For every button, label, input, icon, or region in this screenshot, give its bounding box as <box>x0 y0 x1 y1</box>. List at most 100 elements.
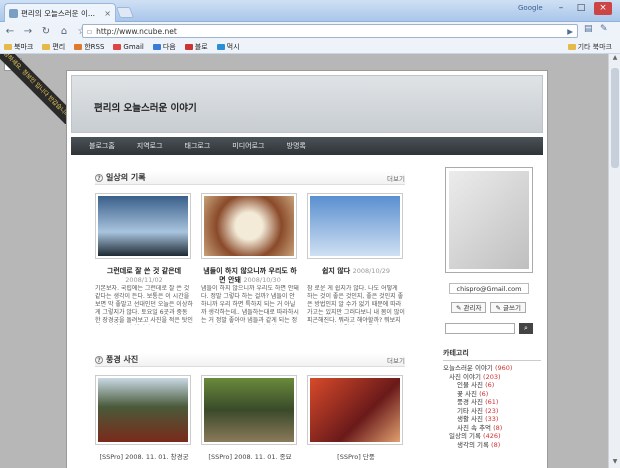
address-bar[interactable]: ▫ http://www.ncube.net ▶ <box>82 24 578 38</box>
post-thumbnail[interactable] <box>95 193 191 259</box>
category-item[interactable]: 꽃 사진 (6) <box>443 390 541 399</box>
post-thumbnail[interactable] <box>201 193 297 259</box>
wrench-icon[interactable]: ✎ <box>600 24 608 34</box>
photo-card[interactable]: [SSPro] 2008. 11. 01. 창경궁 <box>95 375 193 461</box>
bookmark-item[interactable]: 한RSS <box>74 42 104 52</box>
blog-title[interactable]: 편리의 오늘스러운 이야기 <box>94 100 197 114</box>
home-icon[interactable]: ⌂ <box>58 26 70 37</box>
post-card[interactable]: 쉽지 않다 2008/10/29 참 로운 게 쉽지가 않다. 나도 어떻게 하… <box>307 193 405 325</box>
category-item[interactable]: 생각의 기록 (8) <box>443 441 541 450</box>
sidebar: chispro@Gmail.com ✎ 관리자 ✎ 글쓰기 ⌕ 카테고리 오늘스… <box>443 167 541 449</box>
category-label: 기타 사진 <box>457 406 483 415</box>
scroll-down-icon[interactable]: ▼ <box>609 458 620 468</box>
rss-icon <box>74 43 83 50</box>
blog-container: 편리의 오늘스러운 이야기 블로그홈 지역로그 태그로그 미디어로그 방명록 ?… <box>66 70 548 468</box>
post-title[interactable]: 그런데로 잘 쓴 것 같은데 2008/11/02 <box>95 267 193 285</box>
post-date: 2008/10/29 <box>352 267 391 275</box>
category-count: (8) <box>491 440 501 449</box>
post-title[interactable]: 냄들이 하지 않으니까 우리도 하면 안돼 2008/10/30 <box>201 267 299 285</box>
other-bookmarks[interactable]: 기타 북마크 <box>567 40 612 54</box>
bookmark-label: 블로 <box>194 42 208 51</box>
go-icon[interactable]: ▶ <box>567 27 573 36</box>
bookmark-item[interactable]: 블로 <box>184 42 208 52</box>
ribbon-text: 안녕하세요. 정보인 입니다 반갑습니다 <box>0 54 70 124</box>
category-item[interactable]: 사진 속 추억 (8) <box>443 424 541 433</box>
category-item[interactable]: 오늘스러운 이야기 (960) <box>443 364 541 373</box>
scroll-up-icon[interactable]: ▲ <box>609 54 620 64</box>
bookmark-item[interactable]: 다음 <box>152 42 176 52</box>
profile-image <box>449 171 529 269</box>
category-label: 생활 사진 <box>457 415 483 423</box>
photo-caption[interactable]: [SSPro] 2008. 11. 01. 종묘 <box>201 451 299 461</box>
close-tab-icon[interactable]: × <box>104 9 111 18</box>
category-item[interactable]: 인물 사진 (6) <box>443 381 541 390</box>
nav-item[interactable]: 방명록 <box>287 141 306 151</box>
post-card[interactable]: 그런데로 잘 쓴 것 같은데 2008/11/02 기본보자. 국립에는 그런데… <box>95 193 193 325</box>
thumbnail-image <box>310 378 400 442</box>
search-icon[interactable]: ⌕ <box>519 323 533 334</box>
nav-item[interactable]: 지역로그 <box>137 141 163 151</box>
search-input[interactable] <box>445 323 515 334</box>
category-count: (61) <box>485 398 499 406</box>
nav-item[interactable]: 미디어로그 <box>232 141 264 151</box>
photo-thumbnail[interactable] <box>307 375 403 445</box>
bookmark-item[interactable]: 먹시 <box>216 42 240 52</box>
photo-card[interactable]: [SSPro] 단풍 <box>307 375 405 461</box>
folder-icon <box>567 44 576 50</box>
new-tab-button[interactable] <box>115 7 135 18</box>
bookmark-label: 한RSS <box>84 42 105 51</box>
photo-thumbnail[interactable] <box>201 375 297 445</box>
category-item[interactable]: 일상의 기록 (426) <box>443 432 541 441</box>
blog-nav: 블로그홈 지역로그 태그로그 미디어로그 방명록 <box>71 137 543 155</box>
maximize-icon[interactable]: □ <box>572 2 590 15</box>
minimize-icon[interactable]: – <box>552 2 570 15</box>
bookmark-item[interactable]: 편리 <box>42 42 65 52</box>
category-label: 꽃 사진 <box>457 389 478 398</box>
more-link[interactable]: 더보기 <box>387 173 405 183</box>
category-item[interactable]: 풍경 사진 (61) <box>443 398 541 407</box>
vertical-scrollbar[interactable]: ▲ ▼ <box>608 54 620 468</box>
scroll-thumb[interactable] <box>611 68 619 168</box>
corner-ribbon[interactable]: 안녕하세요. 정보인 입니다 반갑습니다 <box>0 54 70 124</box>
category-item[interactable]: 기타 사진 (23) <box>443 407 541 416</box>
category-label: 인물 사진 <box>457 381 483 389</box>
forward-icon[interactable]: → <box>22 26 34 37</box>
photo-thumbnail[interactable] <box>95 375 191 445</box>
post-cards: 그런데로 잘 쓴 것 같은데 2008/11/02 기본보자. 국립에는 그런데… <box>95 193 405 325</box>
post-title[interactable]: 쉽지 않다 2008/10/29 <box>307 267 405 285</box>
page-viewport: 안녕하세요. 정보인 입니다 반갑습니다 편리의 오늘스러운 이야기 블로그홈 … <box>0 54 608 468</box>
photo-caption[interactable]: [SSPro] 단풍 <box>307 451 405 461</box>
section-title: 풍경 사진 <box>106 355 139 364</box>
page-menu-icon[interactable]: ▤ <box>584 24 593 34</box>
photo-caption[interactable]: [SSPro] 2008. 11. 01. 창경궁 <box>95 451 193 461</box>
admin-button-label: 관리자 <box>463 304 482 312</box>
post-date: 2008/11/02 <box>125 276 163 284</box>
post-thumbnail[interactable] <box>307 193 403 259</box>
bookmark-item[interactable]: Gmail <box>113 43 144 51</box>
reload-icon[interactable]: ↻ <box>40 26 52 37</box>
bookmark-label: 다음 <box>162 42 176 51</box>
close-window-icon[interactable]: × <box>594 2 612 15</box>
post-excerpt: 참 로운 게 쉽지가 않다. 나도 어떻게 하는 것이 좋은 것인지, 좋은 것… <box>307 285 405 324</box>
write-button[interactable]: ✎ 글쓰기 <box>490 302 526 313</box>
nav-item[interactable]: 블로그홈 <box>89 141 115 151</box>
bookmark-label: 편리 <box>52 42 66 51</box>
bookmark-item[interactable]: 북마크 <box>4 42 33 52</box>
post-card[interactable]: 냄들이 하지 않으니까 우리도 하면 안돼 2008/10/30 냄들이 하지 … <box>201 193 299 325</box>
category-item[interactable]: 사진 이야기 (203) <box>443 373 541 382</box>
category-count: (426) <box>483 432 501 440</box>
address-text: http://www.ncube.net <box>96 26 177 36</box>
category-label: 사진 이야기 <box>449 372 481 381</box>
more-link[interactable]: 더보기 <box>387 355 405 365</box>
browser-tab[interactable]: 편리의 오늘스러운 이... × <box>4 3 116 22</box>
sidebar-buttons: ✎ 관리자 ✎ 글쓰기 <box>451 302 541 313</box>
category-count: (6) <box>485 381 495 389</box>
photo-card[interactable]: [SSPro] 2008. 11. 01. 종묘 <box>201 375 299 461</box>
back-icon[interactable]: ← <box>4 26 16 37</box>
post-excerpt: 냄들이 하지 않으니까 우리도 하면 안돼다. 정말 그렇다 하는 걸까? 냄들… <box>201 285 299 324</box>
category-count: (203) <box>483 372 501 381</box>
category-item[interactable]: 생활 사진 (33) <box>443 415 541 424</box>
folder-icon <box>4 43 12 50</box>
admin-button[interactable]: ✎ 관리자 <box>451 302 487 313</box>
nav-item[interactable]: 태그로그 <box>185 141 211 151</box>
